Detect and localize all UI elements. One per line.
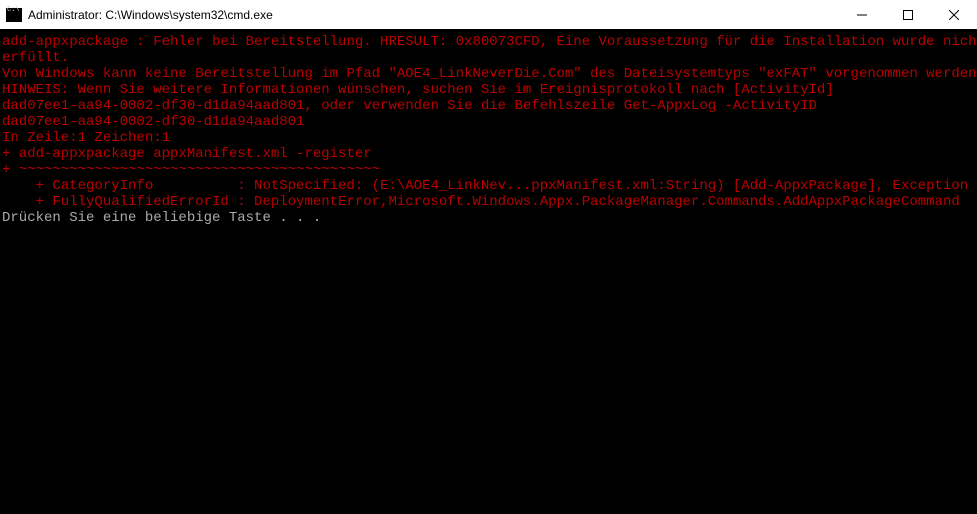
terminal-line: add-appxpackage : Fehler bei Bereitstell…: [2, 34, 975, 50]
cmd-icon: C:\: [6, 8, 22, 22]
window-controls: [839, 0, 977, 29]
minimize-icon: [857, 10, 867, 20]
terminal-line: dad07ee1-aa94-0002-df30-d1da94aad801, od…: [2, 98, 975, 114]
terminal-line: + FullyQualifiedErrorId : DeploymentErro…: [2, 194, 975, 210]
close-icon: [949, 10, 959, 20]
terminal-prompt-line: Drücken Sie eine beliebige Taste . . .: [2, 210, 975, 226]
terminal-line: + ~~~~~~~~~~~~~~~~~~~~~~~~~~~~~~~~~~~~~~…: [2, 162, 975, 178]
terminal-line: Von Windows kann keine Bereitstellung im…: [2, 66, 975, 82]
terminal-line: dad07ee1-aa94-0002-df30-d1da94aad801: [2, 114, 975, 130]
terminal-output[interactable]: add-appxpackage : Fehler bei Bereitstell…: [0, 30, 977, 514]
terminal-line: In Zeile:1 Zeichen:1: [2, 130, 975, 146]
terminal-line: erfüllt.: [2, 50, 975, 66]
maximize-button[interactable]: [885, 0, 931, 29]
terminal-line: + CategoryInfo : NotSpecified: (E:\AOE4_…: [2, 178, 975, 194]
maximize-icon: [903, 10, 913, 20]
minimize-button[interactable]: [839, 0, 885, 29]
window-titlebar: C:\ Administrator: C:\Windows\system32\c…: [0, 0, 977, 30]
window-title: Administrator: C:\Windows\system32\cmd.e…: [28, 8, 273, 22]
terminal-line: + add-appxpackage appxManifest.xml -regi…: [2, 146, 975, 162]
terminal-line: HINWEIS: Wenn Sie weitere Informationen …: [2, 82, 975, 98]
close-button[interactable]: [931, 0, 977, 29]
titlebar-left: C:\ Administrator: C:\Windows\system32\c…: [0, 8, 273, 22]
